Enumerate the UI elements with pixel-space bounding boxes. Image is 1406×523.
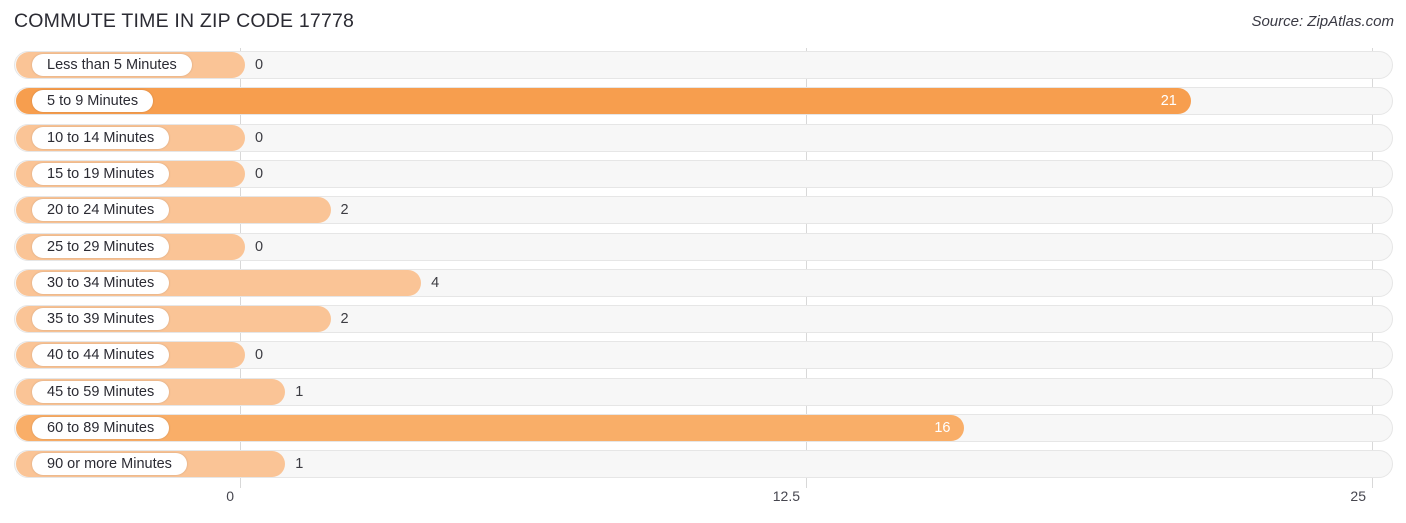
page-title: COMMUTE TIME IN ZIP CODE 17778 bbox=[14, 10, 355, 32]
bar-category-label: Less than 5 Minutes bbox=[32, 54, 192, 76]
chart-header: COMMUTE TIME IN ZIP CODE 17778 Source: Z… bbox=[0, 0, 1406, 46]
bar-category-label: 90 or more Minutes bbox=[32, 453, 187, 476]
bar-value-label: 1 bbox=[295, 456, 304, 473]
x-axis: 0 12.5 25 bbox=[0, 488, 1406, 518]
bar-category-label: 30 to 34 Minutes bbox=[32, 271, 170, 294]
bar-value-label: 1 bbox=[295, 383, 304, 400]
axis-tick-label: 12.5 bbox=[772, 488, 800, 504]
bar-category-label: 35 to 39 Minutes bbox=[32, 308, 170, 331]
bar-row[interactable]: 0 10 to 14 Minutes bbox=[0, 123, 1406, 153]
bar-row[interactable]: 21 5 to 9 Minutes bbox=[0, 86, 1406, 116]
bar-category-label: 45 to 59 Minutes bbox=[32, 380, 170, 403]
bar-value-label: 0 bbox=[255, 129, 264, 146]
bar-category-label: 40 to 44 Minutes bbox=[32, 344, 170, 367]
bar-category-label: 5 to 9 Minutes bbox=[32, 90, 154, 113]
bar-row[interactable]: 16 60 to 89 Minutes bbox=[0, 413, 1406, 443]
source-attribution: Source: ZipAtlas.com bbox=[1251, 13, 1394, 30]
bar-value-label: 2 bbox=[340, 311, 349, 328]
bar-value-label: 2 bbox=[340, 202, 349, 219]
bar-value-label: 0 bbox=[255, 165, 264, 182]
bar-category-label: 15 to 19 Minutes bbox=[32, 162, 170, 185]
bar-row[interactable]: 0 15 to 19 Minutes bbox=[0, 159, 1406, 189]
bar-category-label: 20 to 24 Minutes bbox=[32, 199, 170, 222]
bar-row[interactable]: 1 45 to 59 Minutes bbox=[0, 377, 1406, 407]
bar-category-label: 60 to 89 Minutes bbox=[32, 417, 170, 439]
bar-value-label: 16 bbox=[934, 420, 951, 436]
axis-tick-label: 25 bbox=[1350, 488, 1366, 504]
bar-row[interactable]: 2 20 to 24 Minutes bbox=[0, 195, 1406, 225]
bar-row[interactable]: 0 40 to 44 Minutes bbox=[0, 340, 1406, 370]
bar-value-label: 0 bbox=[255, 238, 264, 255]
axis-tick-label: 0 bbox=[226, 488, 234, 504]
bar-value-label: 4 bbox=[431, 274, 440, 291]
bar-row[interactable]: 4 30 to 34 Minutes bbox=[0, 268, 1406, 298]
bar-value-label: 0 bbox=[255, 57, 264, 73]
chart-plot-area: 0 Less than 5 Minutes 21 5 to 9 Minutes 0 10 … bbox=[0, 48, 1406, 488]
bar-fill[interactable]: 21 bbox=[16, 88, 1191, 115]
bar-row[interactable]: 2 35 to 39 Minutes bbox=[0, 304, 1406, 334]
bar-category-label: 10 to 14 Minutes bbox=[32, 126, 170, 149]
bar-row[interactable]: 0 25 to 29 Minutes bbox=[0, 232, 1406, 262]
bar-row[interactable]: 0 Less than 5 Minutes bbox=[0, 50, 1406, 80]
bar-row[interactable]: 1 90 or more Minutes bbox=[0, 449, 1406, 479]
bar-value-label: 21 bbox=[1160, 93, 1177, 110]
bar-category-label: 25 to 29 Minutes bbox=[32, 235, 170, 258]
bar-value-label: 0 bbox=[255, 347, 264, 364]
